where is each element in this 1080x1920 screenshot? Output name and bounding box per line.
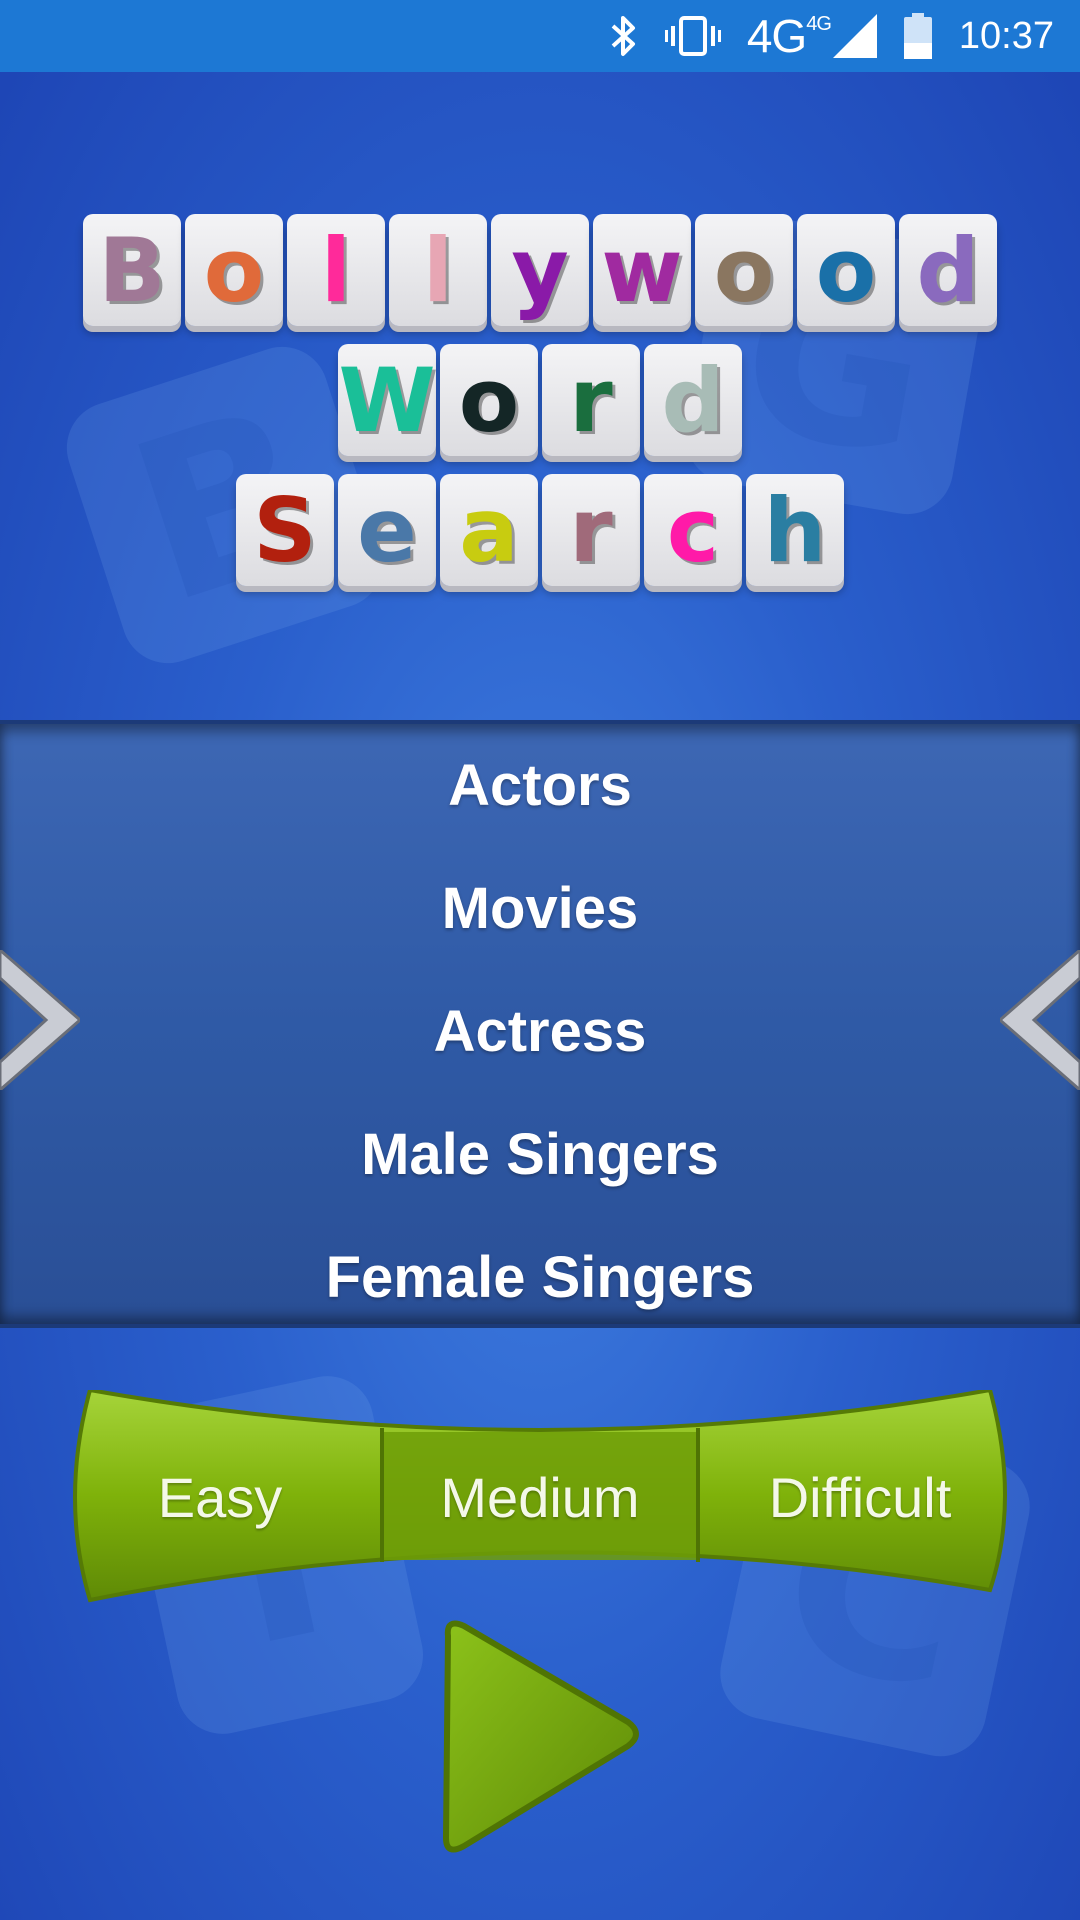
title-letter-tile: h — [746, 474, 844, 586]
category-list: Actors Movies Actress Male Singers Femal… — [0, 724, 1080, 1324]
bluetooth-icon — [609, 14, 639, 58]
title-letter-tile: o — [440, 344, 538, 456]
difficulty-medium-button[interactable]: Medium — [382, 1390, 698, 1605]
category-movies[interactable]: Movies — [442, 847, 639, 970]
prev-category-button[interactable] — [0, 948, 83, 1095]
title-letter-tile: o — [695, 214, 793, 326]
difficulty-easy-button[interactable]: Easy — [70, 1390, 370, 1605]
title-letter-tile: r — [542, 474, 640, 586]
clock: 10:37 — [958, 14, 1054, 57]
title-letter-tile: S — [236, 474, 334, 586]
chevron-left-icon — [997, 948, 1080, 1094]
title-letter-tile: d — [644, 344, 742, 456]
title-word-word: Word — [0, 344, 1080, 456]
chevron-right-icon — [0, 948, 83, 1094]
network-type: 4G 4G — [746, 10, 832, 62]
category-male-singers[interactable]: Male Singers — [361, 1093, 719, 1216]
title-letter-tile: o — [797, 214, 895, 326]
play-button[interactable] — [430, 1618, 650, 1863]
category-panel: Actors Movies Actress Male Singers Femal… — [0, 720, 1080, 1328]
title-letter-tile: e — [338, 474, 436, 586]
battery-icon — [903, 13, 933, 59]
title-letter-tile: y — [491, 214, 589, 326]
category-actress[interactable]: Actress — [434, 970, 647, 1093]
title-letter-tile: o — [185, 214, 283, 326]
title-letter-tile: d — [899, 214, 997, 326]
title-letter-tile: W — [338, 344, 436, 456]
vibrate-icon — [664, 14, 721, 58]
next-category-button[interactable] — [997, 948, 1080, 1095]
title-letter-tile: l — [389, 214, 487, 326]
category-actors[interactable]: Actors — [448, 724, 632, 847]
title-word-search: Search — [0, 474, 1080, 586]
difficulty-difficult-button[interactable]: Difficult — [710, 1390, 1010, 1605]
title-letter-tile: l — [287, 214, 385, 326]
title-letter-tile: B — [83, 214, 181, 326]
title-letter-tile: w — [593, 214, 691, 326]
category-female-singers[interactable]: Female Singers — [326, 1216, 755, 1324]
title-letter-tile: a — [440, 474, 538, 586]
title-letter-tile: r — [542, 344, 640, 456]
play-icon — [430, 1620, 650, 1862]
title-word-bollywood: Bollywood — [0, 214, 1080, 326]
status-bar: 4G 4G 10:37 — [0, 0, 1080, 72]
signal-icon — [832, 14, 877, 58]
title-letter-tile: c — [644, 474, 742, 586]
difficulty-selector: Easy Medium Difficult — [70, 1390, 1010, 1605]
